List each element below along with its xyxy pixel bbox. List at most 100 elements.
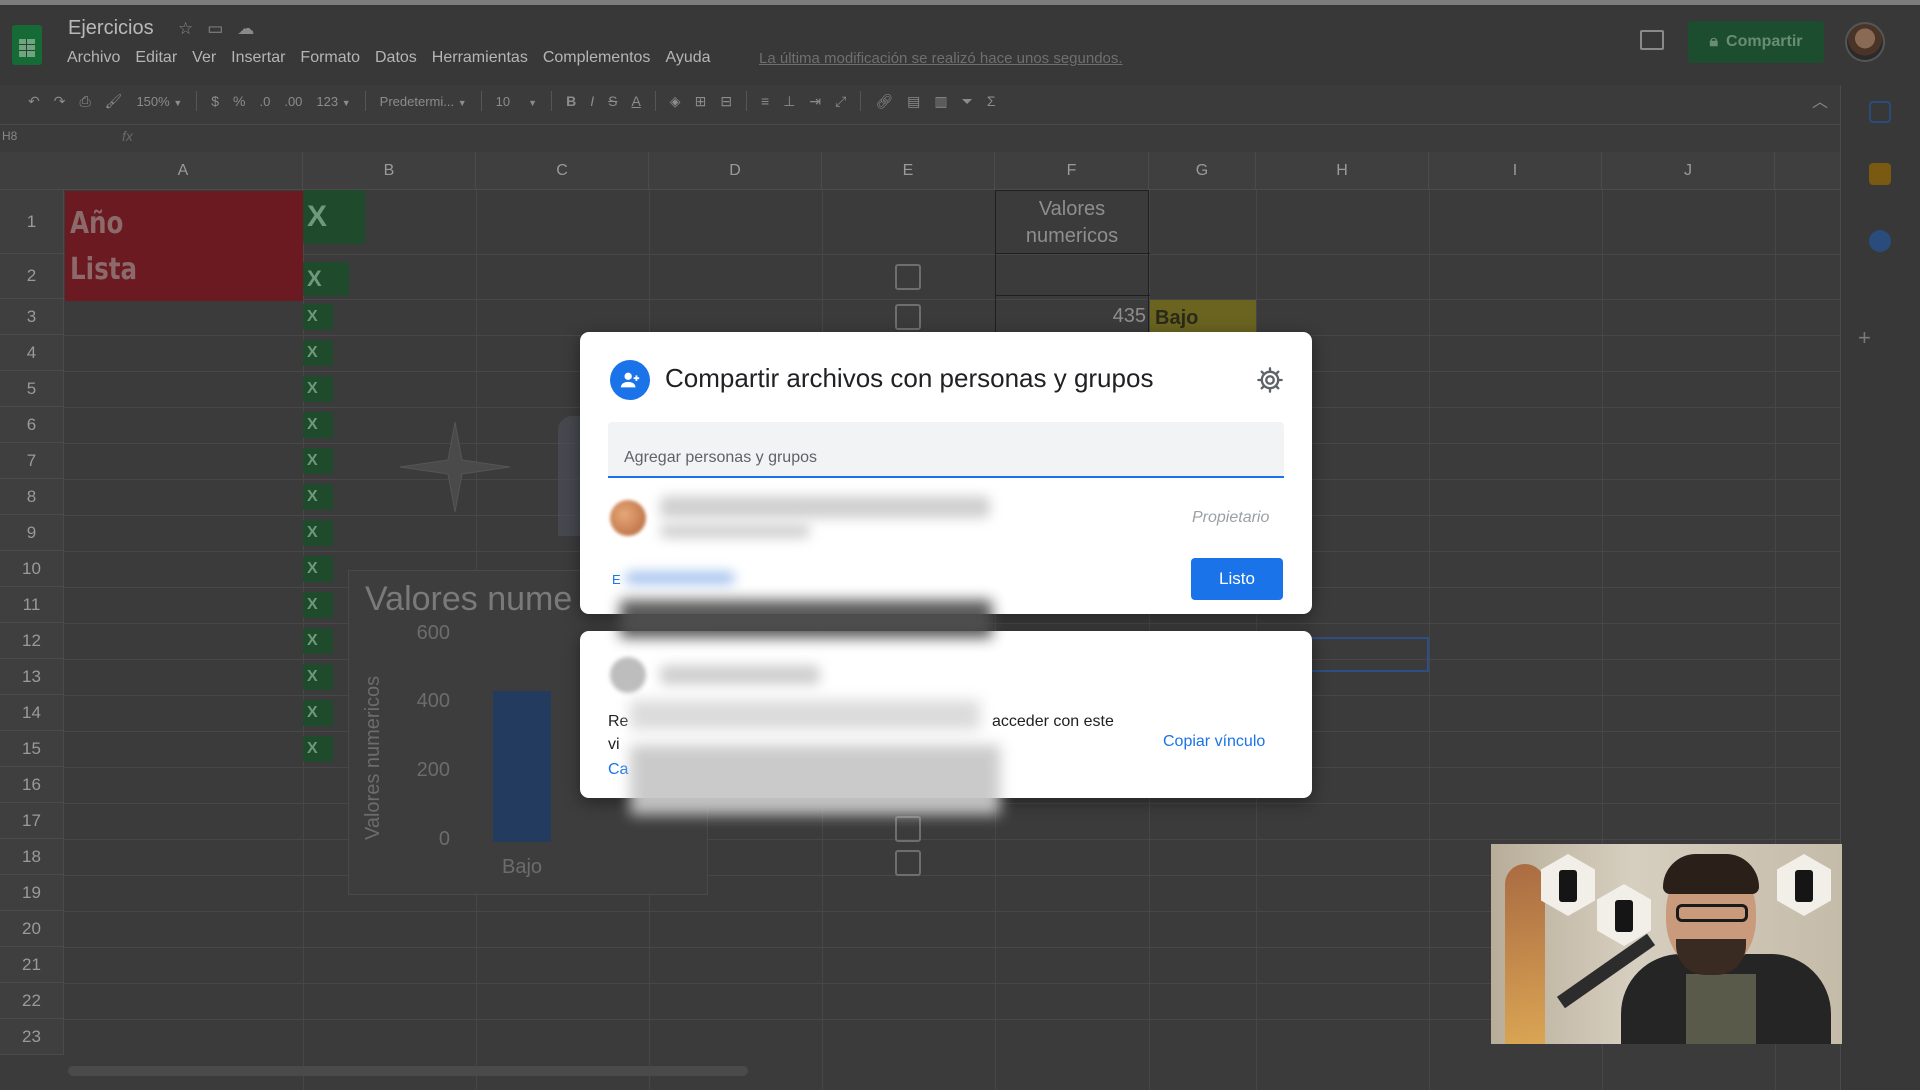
- number-format-select[interactable]: 123 ▼: [316, 94, 350, 109]
- keep-icon[interactable]: [1869, 163, 1891, 185]
- fill-color-icon[interactable]: ◈: [670, 93, 681, 110]
- row-header-18[interactable]: 18: [0, 839, 64, 875]
- zoom-select[interactable]: 150% ▼: [136, 94, 182, 109]
- undo-icon[interactable]: ↶: [28, 93, 40, 110]
- checkbox-e17[interactable]: [895, 816, 921, 842]
- row-header-14[interactable]: 14: [0, 695, 64, 731]
- font-size-select[interactable]: 10 ▼: [496, 94, 537, 109]
- star-shape[interactable]: [400, 422, 510, 512]
- text-wrap-icon[interactable]: ⇥: [809, 93, 821, 110]
- redo-icon[interactable]: ↷: [54, 93, 66, 110]
- cell-f3[interactable]: 435: [1040, 305, 1146, 328]
- borders-icon[interactable]: ⊞: [695, 93, 707, 110]
- text-color-button[interactable]: A: [631, 93, 640, 109]
- last-edit-link[interactable]: La última modificación se realizó hace u…: [759, 50, 1123, 67]
- done-button[interactable]: Listo: [1191, 558, 1283, 600]
- column-header-c[interactable]: C: [476, 152, 649, 190]
- column-header-g[interactable]: G: [1149, 152, 1256, 190]
- paint-format-icon[interactable]: 🖌︎: [105, 93, 123, 110]
- add-people-input[interactable]: [608, 422, 1284, 478]
- menu-formato[interactable]: Formato: [300, 49, 360, 67]
- move-folder-icon[interactable]: ▭: [207, 19, 223, 39]
- row-header-7[interactable]: 7: [0, 443, 64, 479]
- share-button[interactable]: 🔒︎ Compartir: [1688, 21, 1824, 63]
- name-box[interactable]: H8: [2, 129, 17, 143]
- column-header-i[interactable]: I: [1429, 152, 1602, 190]
- menu-complementos[interactable]: Complementos: [543, 49, 651, 67]
- row-header-3[interactable]: 3: [0, 299, 64, 335]
- row-header-2[interactable]: 2: [0, 254, 64, 299]
- copy-link-button[interactable]: Copiar vínculo: [1163, 733, 1265, 751]
- menu-herramientas[interactable]: Herramientas: [432, 49, 528, 67]
- row-header-5[interactable]: 5: [0, 371, 64, 407]
- row-header-10[interactable]: 10: [0, 551, 64, 587]
- cell-f1[interactable]: Valores numericos: [995, 196, 1149, 250]
- menu-ayuda[interactable]: Ayuda: [665, 49, 710, 67]
- row-header-8[interactable]: 8: [0, 479, 64, 515]
- tasks-icon[interactable]: [1869, 230, 1891, 252]
- sheets-logo-icon[interactable]: [12, 25, 42, 65]
- column-header-f[interactable]: F: [995, 152, 1149, 190]
- horizontal-align-icon[interactable]: ≡: [761, 93, 769, 109]
- add-addon-icon[interactable]: +: [1858, 325, 1871, 351]
- row-header-9[interactable]: 9: [0, 515, 64, 551]
- row-header-22[interactable]: 22: [0, 983, 64, 1019]
- bold-button[interactable]: B: [566, 93, 576, 109]
- row-header-21[interactable]: 21: [0, 947, 64, 983]
- row-header-1[interactable]: 1: [0, 190, 64, 254]
- cloud-status-icon[interactable]: ☁: [237, 19, 254, 39]
- column-header-j[interactable]: J: [1602, 152, 1775, 190]
- star-icon[interactable]: ☆: [178, 19, 193, 39]
- collapse-toolbar-icon[interactable]: ︿: [1812, 88, 1828, 112]
- row-header-13[interactable]: 13: [0, 659, 64, 695]
- row-header-17[interactable]: 17: [0, 803, 64, 839]
- percent-format-button[interactable]: %: [233, 93, 245, 109]
- row-header-16[interactable]: 16: [0, 767, 64, 803]
- row-header-23[interactable]: 23: [0, 1019, 64, 1055]
- column-header-e[interactable]: E: [822, 152, 995, 190]
- row-header-20[interactable]: 20: [0, 911, 64, 947]
- cell-a2[interactable]: Lista: [70, 252, 137, 287]
- row-header-12[interactable]: 12: [0, 623, 64, 659]
- row-header-15[interactable]: 15: [0, 731, 64, 767]
- checkbox-e2[interactable]: [895, 264, 921, 290]
- chart-bar-bajo[interactable]: [493, 691, 551, 842]
- text-rotate-icon[interactable]: ⤢: [835, 93, 846, 110]
- checkbox-e18[interactable]: [895, 850, 921, 876]
- decrease-decimals-button[interactable]: .0: [260, 94, 271, 109]
- settings-gear-icon[interactable]: [1256, 366, 1284, 394]
- comments-icon[interactable]: [1640, 30, 1664, 50]
- increase-decimals-button[interactable]: .00: [284, 94, 302, 109]
- currency-format-button[interactable]: $: [211, 93, 219, 109]
- filter-icon[interactable]: ⏷: [962, 93, 973, 110]
- horizontal-scrollbar[interactable]: [68, 1066, 748, 1076]
- font-select[interactable]: Predetermi... ▼: [380, 94, 467, 109]
- row-header-19[interactable]: 19: [0, 875, 64, 911]
- print-icon[interactable]: ⎙: [79, 93, 90, 110]
- row-header-6[interactable]: 6: [0, 407, 64, 443]
- italic-button[interactable]: I: [590, 93, 594, 109]
- change-link-button[interactable]: Ca: [608, 761, 628, 779]
- document-title[interactable]: Ejercicios: [68, 17, 154, 40]
- cell-a1[interactable]: Año: [70, 206, 123, 241]
- checkbox-e3[interactable]: [895, 304, 921, 330]
- column-header-d[interactable]: D: [649, 152, 822, 190]
- functions-button[interactable]: Σ: [987, 93, 996, 109]
- column-header-h[interactable]: H: [1256, 152, 1429, 190]
- menu-editar[interactable]: Editar: [135, 49, 177, 67]
- menu-ver[interactable]: Ver: [192, 49, 216, 67]
- insert-comment-icon[interactable]: ▤: [907, 93, 920, 110]
- row-header-11[interactable]: 11: [0, 587, 64, 623]
- merge-cells-icon[interactable]: ⊟: [720, 93, 732, 110]
- column-header-b[interactable]: B: [303, 152, 476, 190]
- row-header-4[interactable]: 4: [0, 335, 64, 371]
- menu-datos[interactable]: Datos: [375, 49, 417, 67]
- cell-g3[interactable]: Bajo: [1155, 307, 1198, 330]
- menu-archivo[interactable]: Archivo: [67, 49, 120, 67]
- send-feedback-link[interactable]: E: [612, 572, 621, 587]
- vertical-align-icon[interactable]: ⊥: [783, 93, 795, 110]
- column-header-a[interactable]: A: [64, 152, 303, 190]
- insert-link-icon[interactable]: 🔗︎: [875, 93, 893, 110]
- calendar-icon[interactable]: [1869, 101, 1891, 123]
- strikethrough-button[interactable]: S: [608, 93, 617, 109]
